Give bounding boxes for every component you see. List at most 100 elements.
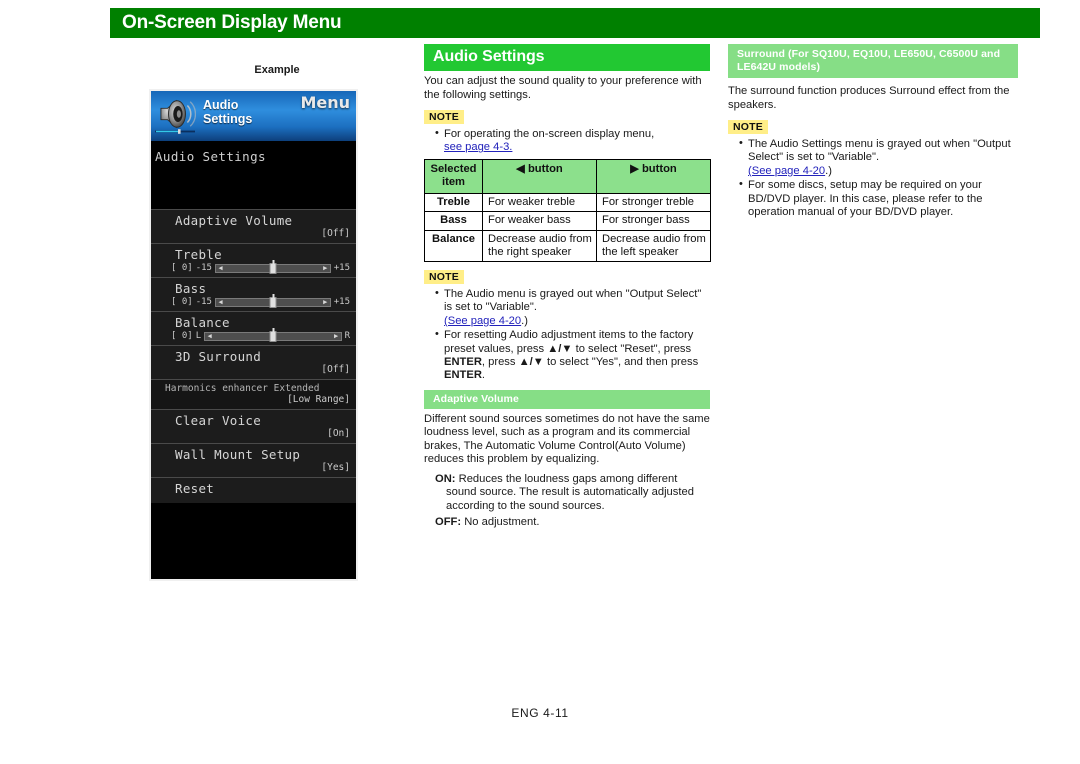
- note-text-e: .: [481, 369, 486, 382]
- section-header-adaptive-volume: Adaptive Volume: [424, 389, 710, 409]
- table-header-selected-item: Selected item: [424, 158, 483, 195]
- note-badge: NOTE: [728, 120, 768, 134]
- osd-slider-track[interactable]: ◀ ▶: [204, 327, 342, 342]
- table-cell-right: Decrease audio from the left speaker: [596, 229, 711, 263]
- table-cell-item: Balance: [424, 229, 483, 263]
- osd-banner: Audio Settings Menu: [151, 91, 356, 141]
- note-list-surround: The Audio Settings menu is grayed out wh…: [728, 137, 1018, 219]
- see-page-4-20-link[interactable]: (See page 4-20: [444, 315, 521, 327]
- osd-slider-balance[interactable]: [ 0] L ◀ ▶ R: [157, 327, 350, 342]
- speaker-icon: [160, 99, 196, 129]
- slider-knob[interactable]: [269, 293, 277, 308]
- note-text: The Audio menu is grayed out when "Outpu…: [444, 288, 702, 314]
- osd-item-label: Reset: [175, 481, 215, 496]
- right-arrow-icon: ▶: [333, 331, 339, 340]
- see-page-4-20-link[interactable]: (See page 4-20: [748, 165, 825, 177]
- osd-item-balance[interactable]: Balance [ 0] L ◀ ▶ R: [151, 311, 356, 345]
- slider-knob[interactable]: [269, 259, 277, 274]
- osd-spacer: [151, 165, 356, 209]
- osd-item-value: [Off]: [321, 228, 350, 239]
- osd-item-value: [On]: [327, 428, 350, 439]
- option-key: ON:: [435, 472, 456, 485]
- osd-item-label: Adaptive Volume: [175, 213, 293, 228]
- slider-knob[interactable]: [269, 327, 277, 342]
- osd-slider-min: -15: [195, 263, 212, 273]
- table-cell-left: For weaker bass: [482, 211, 597, 231]
- footer-page-ref: ENG 4-11: [511, 706, 569, 720]
- osd-slider-track[interactable]: ◀ ▶: [214, 293, 331, 308]
- table-cell-item: Bass: [424, 211, 483, 231]
- option-key: OFF:: [435, 516, 462, 529]
- volume-bar-icon: [155, 129, 195, 134]
- osd-slider-value: [ 0]: [171, 263, 193, 273]
- osd-item-label: Wall Mount Setup: [175, 447, 301, 462]
- osd-screenshot-frame: Audio Settings Menu Audio Settings Adapt…: [149, 89, 358, 581]
- osd-item-label: Treble: [175, 247, 222, 262]
- osd-item-label: Balance: [175, 315, 230, 330]
- right-column: Surround (For SQ10U, EQ10U, LE650U, C650…: [728, 44, 1018, 220]
- osd-item-treble[interactable]: Treble [ 0] -15 ◀ ▶ +15: [151, 243, 356, 277]
- link-tail: .): [521, 314, 528, 327]
- audio-settings-intro: You can adjust the sound quality to your…: [424, 75, 702, 101]
- osd-item-label: 3D Surround: [175, 349, 262, 364]
- updown-arrows-icon: ▲/▼: [518, 356, 544, 369]
- osd-slider-max: +15: [333, 297, 350, 307]
- note-text: For some discs, setup may be required on…: [748, 179, 983, 219]
- osd-slider-track[interactable]: ◀ ▶: [214, 259, 331, 274]
- osd-item-bass[interactable]: Bass [ 0] -15 ◀ ▶ +15: [151, 277, 356, 311]
- section-header-surround: Surround (For SQ10U, EQ10U, LE650U, C650…: [728, 44, 1018, 78]
- link-tail: .): [825, 164, 832, 177]
- osd-item-adaptive-volume[interactable]: Adaptive Volume [Off]: [151, 209, 356, 243]
- option-on: ON: Reduces the loudness gaps among diff…: [424, 473, 710, 513]
- table-row: Treble For weaker treble For stronger tr…: [424, 193, 711, 213]
- table-header-right-button: ▶ button: [596, 158, 711, 195]
- right-arrow-icon: ▶: [323, 297, 328, 306]
- osd-slider-min: L: [195, 331, 202, 341]
- osd-item-label: Harmonics enhancer Extended: [165, 383, 320, 394]
- option-text: No adjustment.: [461, 516, 540, 529]
- note-text: For operating the on-screen display menu…: [444, 128, 655, 140]
- middle-column: Audio Settings You can adjust the sound …: [424, 44, 711, 533]
- page-title: On-Screen Display Menu: [122, 12, 342, 33]
- right-arrow-icon: ▶: [323, 263, 328, 272]
- table-cell-left: Decrease audio from the right speaker: [482, 229, 597, 263]
- updown-arrows-icon: ▲/▼: [547, 342, 573, 355]
- header-label: button: [527, 162, 563, 175]
- osd-item-reset[interactable]: Reset: [151, 477, 356, 503]
- osd-item-wall-mount-setup[interactable]: Wall Mount Setup [Yes]: [151, 443, 356, 477]
- osd-slider-min: -15: [195, 297, 212, 307]
- page-root: On-Screen Display Menu Example Audio Set…: [0, 0, 1080, 764]
- osd-item-label: Clear Voice: [175, 413, 262, 428]
- osd-page-title: Audio Settings: [155, 149, 266, 164]
- table-row: Bass For weaker bass For stronger bass: [424, 211, 711, 231]
- header-line2: item: [441, 176, 465, 189]
- note-text-c: , press: [481, 356, 519, 369]
- osd-item-harmonics-enhancer[interactable]: Harmonics enhancer Extended [Low Range]: [151, 379, 356, 409]
- table-cell-item: Treble: [424, 193, 483, 213]
- see-page-4-3-link[interactable]: see page 4-3.: [444, 141, 512, 153]
- osd-item-value: [Low Range]: [287, 394, 350, 405]
- adaptive-volume-options: ON: Reduces the loudness gaps among diff…: [424, 473, 710, 530]
- note-badge: NOTE: [424, 270, 464, 285]
- example-label: Example: [254, 64, 300, 76]
- note-text: The Audio Settings menu is grayed out wh…: [748, 138, 1011, 164]
- left-arrow-icon: ◀: [516, 162, 525, 175]
- osd-slider-treble[interactable]: [ 0] -15 ◀ ▶ +15: [157, 259, 350, 274]
- osd-slider-bass[interactable]: [ 0] -15 ◀ ▶ +15: [157, 293, 350, 308]
- left-column: Example Audio Settings Menu Audio Settin…: [110, 56, 410, 581]
- osd-item-label: Bass: [175, 281, 207, 296]
- table-cell-left: For weaker treble: [482, 193, 597, 213]
- osd-item-value: [Yes]: [321, 462, 350, 473]
- osd-item-clear-voice[interactable]: Clear Voice [On]: [151, 409, 356, 443]
- option-off: OFF: No adjustment.: [424, 516, 710, 529]
- osd-screen: Audio Settings Menu Audio Settings Adapt…: [151, 91, 356, 579]
- button-behavior-table: Selected item ◀ button ▶ button Treble F…: [424, 158, 711, 263]
- left-arrow-icon: ◀: [207, 331, 212, 340]
- list-item: The Audio menu is grayed out when "Outpu…: [435, 287, 710, 328]
- table-cell-right: For stronger bass: [596, 211, 711, 231]
- list-item: For operating the on-screen display menu…: [435, 127, 710, 155]
- table-header-left-button: ◀ button: [482, 158, 597, 195]
- osd-item-3d-surround[interactable]: 3D Surround [Off]: [151, 345, 356, 379]
- surround-body: The surround function produces Surround …: [728, 85, 1010, 111]
- enter-key-label: ENTER: [444, 356, 482, 369]
